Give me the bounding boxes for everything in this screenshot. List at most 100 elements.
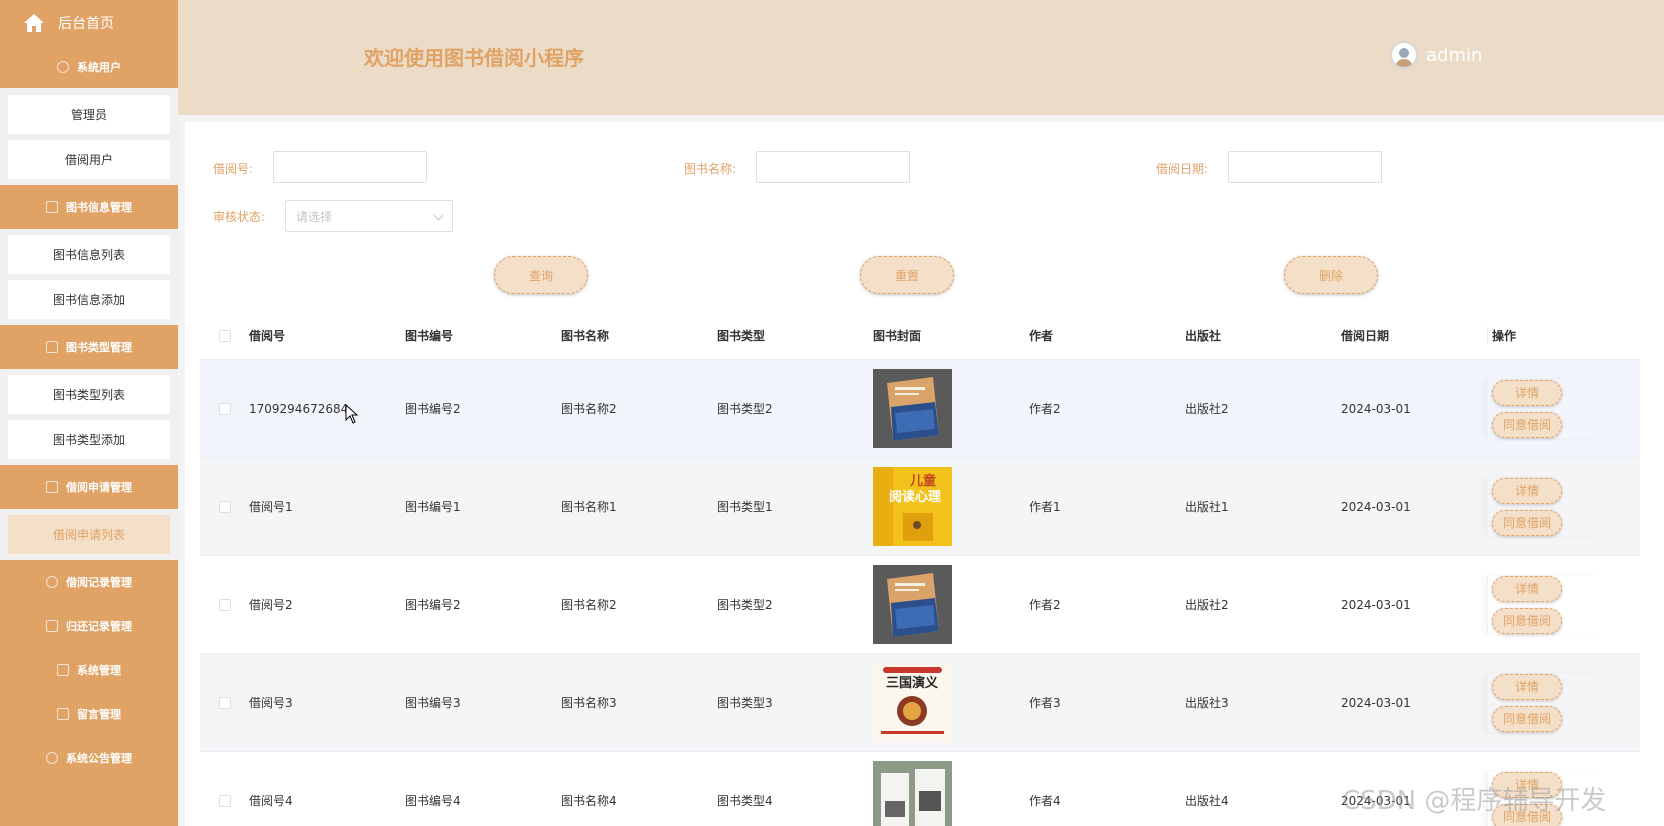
sidebar: 后台首页 系统用户 管理员 借阅用户 图书信息管理 图书信息列表 图书信息添加 …	[0, 0, 178, 826]
sidebar-group-label: 图书类型管理	[66, 341, 132, 354]
chevron-down-icon	[433, 210, 444, 221]
sidebar-group-label: 系统公告管理	[66, 752, 132, 765]
approve-borrow-button[interactable]: 同意借阅	[1492, 411, 1562, 438]
select-all-checkbox[interactable]	[218, 329, 231, 342]
sidebar-group-book-info[interactable]: 图书信息管理	[0, 185, 178, 229]
book-no-cell: 图书编号2	[405, 598, 461, 612]
author-cell: 作者2	[1029, 402, 1061, 416]
publisher-cell: 出版社4	[1185, 794, 1229, 808]
column-header: 作者	[1029, 329, 1054, 343]
table-row[interactable]: 借阅号2 图书编号2 图书名称2 图书类型2 作者2 出版社2 2024-03-…	[200, 556, 1640, 654]
watermark: CSDN @程序辅导开发	[1342, 786, 1607, 816]
book-type-cell: 图书类型1	[717, 500, 773, 514]
row-checkbox[interactable]	[218, 598, 231, 611]
book-name-cell: 图书名称1	[561, 500, 617, 514]
sidebar-item-label: 图书类型列表	[52, 388, 125, 402]
sidebar-item-label: 图书信息列表	[52, 248, 125, 262]
close-box-icon	[57, 664, 69, 676]
table-row[interactable]: 借阅号3 图书编号3 图书名称3 图书类型3 三国演义 作者3 出版社3 202…	[200, 654, 1640, 752]
detail-button[interactable]: 详情	[1492, 379, 1562, 406]
row-select-cell	[200, 794, 249, 807]
row-select-cell	[200, 402, 249, 415]
column-header: 操作	[1487, 327, 1600, 344]
approve-borrow-button[interactable]: 同意借阅	[1492, 705, 1562, 732]
table-row[interactable]: 1709294672684 图书编号2 图书名称2 图书类型2 作者2 出版社2…	[200, 360, 1640, 458]
column-header: 图书封面	[873, 329, 922, 343]
detail-button[interactable]: 详情	[1492, 673, 1562, 700]
sidebar-group-announcements[interactable]: 系统公告管理	[0, 736, 178, 780]
book-name-input[interactable]	[756, 151, 910, 183]
sidebar-item-type-add[interactable]: 图书类型添加	[8, 420, 170, 459]
book-no-cell: 图书编号3	[405, 696, 461, 710]
sidebar-group-label: 图书信息管理	[66, 201, 132, 214]
page-title: 欢迎使用图书借阅小程序	[364, 46, 584, 70]
sidebar-group-borrow-request[interactable]: 借阅申请管理	[0, 465, 178, 509]
sidebar-item-borrow-users[interactable]: 借阅用户	[8, 140, 170, 179]
borrow-date-input[interactable]	[1228, 151, 1382, 183]
date-cell: 2024-03-01	[1341, 499, 1411, 514]
row-checkbox[interactable]	[218, 402, 231, 415]
borrow-no-cell: 借阅号4	[249, 794, 293, 808]
book-no-cell: 图书编号4	[405, 794, 461, 808]
borrow-no-input[interactable]	[273, 151, 427, 183]
book-name-cell: 图书名称4	[561, 794, 617, 808]
sidebar-group-borrow-records[interactable]: 借阅记录管理	[0, 560, 178, 604]
publisher-cell: 出版社3	[1185, 696, 1229, 710]
detail-button[interactable]: 详情	[1492, 477, 1562, 504]
edit-icon	[46, 481, 58, 493]
cover-title: 三国演义	[886, 675, 939, 691]
username: admin	[1426, 44, 1483, 66]
sidebar-item-label: 图书信息添加	[52, 293, 125, 307]
review-status-select[interactable]: 请选择	[285, 200, 453, 232]
sidebar-group-system-users[interactable]: 系统用户	[0, 46, 178, 88]
approve-borrow-button[interactable]: 同意借阅	[1492, 607, 1562, 634]
date-cell: 2024-03-01	[1341, 597, 1411, 612]
borrow-no-cell: 借阅号2	[249, 598, 293, 612]
borrow-date-label: 借阅日期:	[1156, 162, 1209, 176]
edit-icon	[46, 201, 58, 213]
sidebar-item-book-list[interactable]: 图书信息列表	[8, 235, 170, 274]
book-type-cell: 图书类型4	[717, 794, 773, 808]
cover-title-line1: 儿童	[909, 473, 936, 489]
book-cover-image: 儿童 阅读心理	[873, 467, 952, 546]
row-checkbox[interactable]	[218, 794, 231, 807]
sidebar-group-book-type[interactable]: 图书类型管理	[0, 325, 178, 369]
sidebar-group-label: 归还记录管理	[66, 620, 132, 633]
query-button[interactable]: 查询	[494, 256, 588, 294]
book-name-cell: 图书名称2	[561, 598, 617, 612]
delete-button[interactable]: 删除	[1284, 256, 1378, 294]
approve-borrow-button[interactable]: 同意借阅	[1492, 509, 1562, 536]
reset-button[interactable]: 重置	[860, 256, 954, 294]
mouse-cursor-icon	[345, 404, 359, 424]
book-name-label: 图书名称:	[684, 162, 737, 176]
borrow-no-label: 借阅号:	[213, 162, 254, 176]
sidebar-group-system[interactable]: 系统管理	[0, 648, 178, 692]
sidebar-home-label: 后台首页	[58, 16, 114, 32]
sidebar-group-return-records[interactable]: 归还记录管理	[0, 604, 178, 648]
column-header: 图书名称	[561, 329, 610, 343]
column-header: 图书编号	[405, 329, 454, 343]
sidebar-home[interactable]: 后台首页	[0, 0, 178, 46]
publisher-cell: 出版社1	[1185, 500, 1229, 514]
book-cover-image: 三国演义	[873, 663, 952, 742]
book-no-cell: 图书编号1	[405, 500, 461, 514]
sidebar-group-messages[interactable]: 留言管理	[0, 692, 178, 736]
sidebar-item-label: 借阅申请列表	[52, 528, 125, 542]
sidebar-item-book-add[interactable]: 图书信息添加	[8, 280, 170, 319]
sidebar-fill	[0, 780, 178, 826]
review-status-label: 审核状态:	[213, 210, 266, 224]
table-row[interactable]: 借阅号1 图书编号1 图书名称1 图书类型1 儿童 阅读心理 作者1 出版社1 …	[200, 458, 1640, 556]
book-cover-image	[873, 761, 952, 826]
detail-button[interactable]: 详情	[1492, 575, 1562, 602]
book-cover-image	[873, 369, 952, 448]
borrow-request-table: 借阅号 图书编号 图书名称 图书类型 图书封面 作者 出版社 借阅日期 操作 1…	[200, 312, 1640, 826]
sidebar-item-admin[interactable]: 管理员	[8, 95, 170, 134]
sidebar-item-borrow-request-list[interactable]: 借阅申请列表	[8, 515, 170, 554]
author-cell: 作者4	[1029, 794, 1061, 808]
sidebar-item-type-list[interactable]: 图书类型列表	[8, 375, 170, 414]
user-menu[interactable]: admin	[1390, 41, 1482, 69]
table-header: 借阅号 图书编号 图书名称 图书类型 图书封面 作者 出版社 借阅日期 操作	[200, 312, 1640, 360]
row-checkbox[interactable]	[218, 696, 231, 709]
row-checkbox[interactable]	[218, 500, 231, 513]
book-name-cell: 图书名称2	[561, 402, 617, 416]
